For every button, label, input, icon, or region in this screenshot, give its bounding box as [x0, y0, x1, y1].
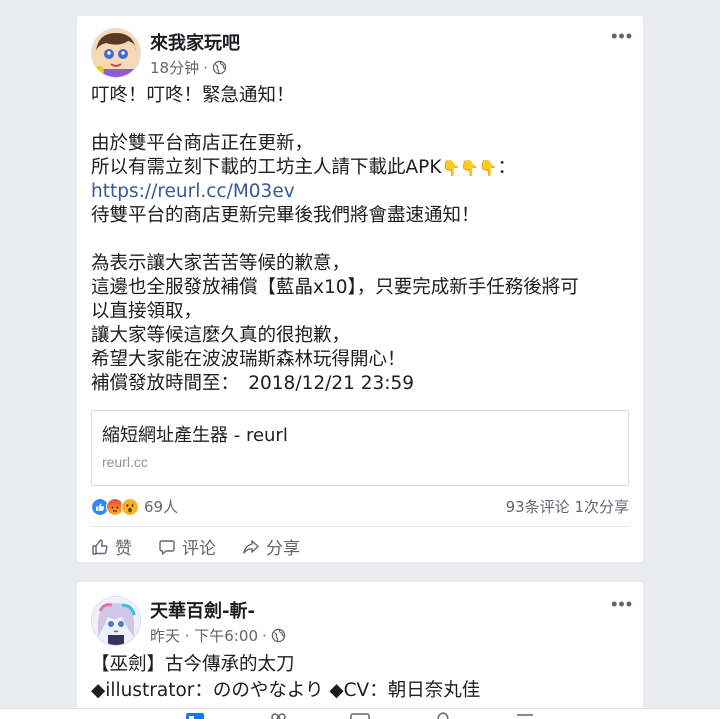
more-options-button[interactable]: •••	[611, 26, 633, 47]
comment-share-counts: 93条评论 1次分享	[506, 496, 629, 517]
meta-separator: ·	[203, 58, 208, 77]
link-preview-domain: reurl.cc	[102, 454, 148, 470]
globe-icon	[212, 60, 227, 75]
post-line-blank	[91, 108, 631, 132]
reaction-summary[interactable]: 69人	[91, 496, 178, 517]
post-line: 為表示讓大家苦苦等候的歉意，	[91, 253, 351, 274]
post-line: 希望大家能在波波瑞斯森林玩得開心！	[91, 349, 406, 370]
like-button[interactable]: 赞	[91, 534, 132, 559]
post-line: 叮咚！叮咚！緊急通知！	[91, 85, 295, 106]
comment-count[interactable]: 93条评论	[506, 498, 570, 516]
link-preview-title: 縮短網址產生器 - reurl	[102, 425, 288, 446]
comment-button[interactable]: 评论	[158, 534, 216, 559]
share-count[interactable]: 1次分享	[574, 498, 629, 516]
post-line: 這邊也全服發放補償【藍晶x10】，只要完成新手任務後將可	[91, 277, 579, 298]
post-meta: 昨天 · 下午6:00 ·	[150, 625, 286, 646]
meta-separator: ·	[262, 626, 267, 645]
post-text: 叮咚！叮咚！緊急通知！ 由於雙平台商店正在更新， 所以有需立刻下載的工坊主人請下…	[91, 84, 631, 396]
post-line-suffix: ：	[497, 157, 516, 178]
post-line: 由於雙平台商店正在更新，	[91, 133, 314, 154]
post-line-text: 所以有需立刻下載的工坊主人請下載此APK	[91, 157, 442, 178]
post-line: 【巫劍】古今傳承的太刀	[91, 654, 295, 675]
post-card: 天華百劍-斬- 昨天 · 下午6:00 · ••• 【巫劍】古今傳承的太刀 ◆i…	[77, 582, 643, 719]
comment-bubble-icon	[159, 539, 175, 555]
post-actions: 赞 评论 分享	[91, 534, 300, 559]
post-card: 來我家玩吧 18分钟 · ••• 叮咚！叮咚！緊急通知！ 由於雙平台商店正在更新…	[77, 16, 643, 562]
post-stats: 69人 93条评论 1次分享	[91, 494, 629, 516]
bottom-navigation-bar	[0, 708, 720, 719]
wow-reaction-icon	[121, 497, 139, 516]
post-author[interactable]: 來我家玩吧	[150, 29, 240, 55]
page-avatar[interactable]	[91, 596, 141, 646]
thumbs-up-icon	[92, 538, 108, 555]
link-preview-card[interactable]: 縮短網址產生器 - reurl reurl.cc	[91, 410, 629, 486]
post-line-blank	[91, 228, 631, 252]
share-arrow-icon	[243, 539, 259, 554]
pointing-down-emoji: 👇👇👇	[441, 159, 498, 177]
post-line: 以直接領取，	[91, 301, 203, 322]
watch-video-icon[interactable]	[350, 711, 370, 719]
post-line: 所以有需立刻下載的工坊主人請下載此APK👇👇👇：	[91, 156, 631, 180]
notifications-bell-icon[interactable]	[433, 711, 453, 719]
post-text: 【巫劍】古今傳承的太刀 ◆illustrator：ののやなより ◆CV：朝日奈丸…	[91, 652, 631, 704]
share-button[interactable]: 分享	[242, 534, 300, 559]
globe-icon	[271, 628, 286, 643]
like-label: 赞	[115, 539, 132, 559]
divider	[91, 526, 629, 527]
friends-icon[interactable]	[268, 711, 288, 719]
comment-label: 评论	[182, 539, 216, 559]
more-options-button[interactable]: •••	[611, 594, 633, 615]
post-line: ◆illustrator：ののやなより ◆CV：朝日奈丸佳	[91, 680, 481, 701]
news-feed-icon[interactable]	[185, 711, 205, 719]
post-time[interactable]: 18分钟	[150, 57, 199, 78]
post-link[interactable]: https://reurl.cc/M03ev	[91, 180, 631, 204]
reaction-count: 69人	[144, 498, 179, 516]
page-avatar[interactable]	[91, 28, 141, 78]
post-meta: 18分钟 ·	[150, 57, 227, 78]
share-label: 分享	[266, 539, 300, 559]
post-line: 讓大家等候這麼久真的很抱歉，	[91, 325, 351, 346]
post-author[interactable]: 天華百劍-斬-	[150, 597, 255, 623]
post-line: 補償發放時間至： 2018/12/21 23:59	[91, 373, 415, 394]
menu-icon[interactable]	[515, 711, 535, 719]
post-line: 待雙平台的商店更新完畢後我們將會盡速通知！	[91, 205, 480, 226]
post-time[interactable]: 昨天 · 下午6:00	[150, 625, 258, 646]
